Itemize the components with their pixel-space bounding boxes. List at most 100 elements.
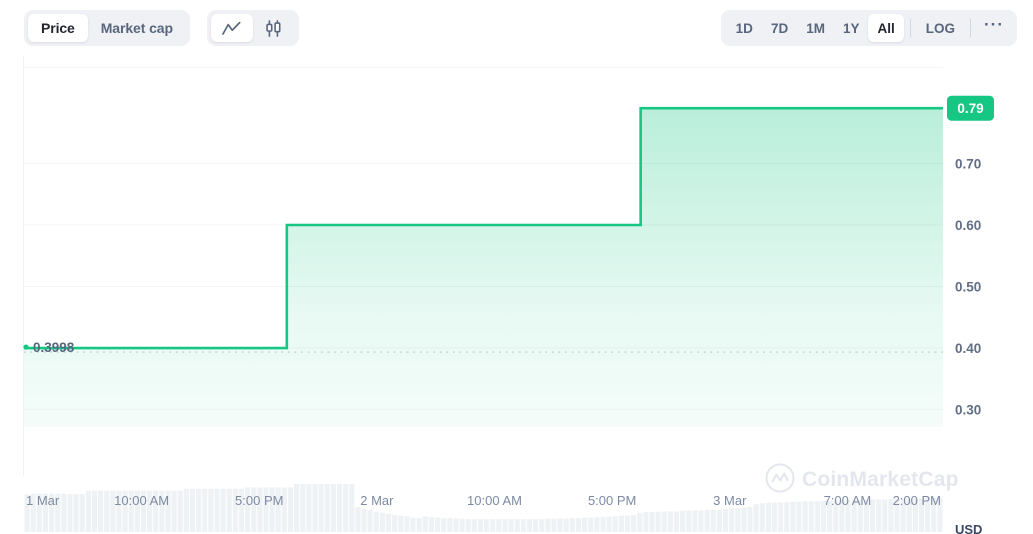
volume-bar [607,517,612,532]
volume-bar [692,510,697,532]
volume-bar [564,519,569,532]
volume-bar [441,518,446,532]
volume-bar [680,510,685,532]
volume-bar [92,491,97,532]
tab-market-cap[interactable]: Market cap [88,14,186,42]
volume-bar [355,507,360,532]
x-axis-tick-label: 1 Mar [26,493,60,508]
volume-bar [325,484,330,532]
x-axis-tick-label: 10:00 AM [467,493,522,508]
volume-bar [509,519,514,532]
volume-bar [778,502,783,532]
volume-bar [754,504,759,532]
volume-bar [67,494,72,532]
y-axis-currency-label: USD [955,522,982,534]
volume-bar [588,518,593,532]
volume-bar [349,484,354,532]
volume-bar [619,516,624,532]
volume-bar [631,515,636,532]
volume-bar [594,517,599,532]
volume-bar [337,484,342,532]
volume-bar [386,514,391,532]
volume-bar [772,503,777,532]
volume-bar [86,491,91,532]
volume-bar [472,519,477,532]
volume-bar [729,508,734,532]
volume-bar [803,501,808,532]
volume-bar [74,494,79,532]
volume-bar [208,489,213,532]
metric-toggle-group: Price Market cap [24,10,190,46]
volume-bar [527,519,532,532]
toolbar-divider-2 [970,19,971,37]
volume-bar [882,499,887,532]
toolbar-divider-1 [910,19,911,37]
volume-bar [104,491,109,532]
chart-type-toggle-group [207,10,299,46]
volume-bar [643,512,648,532]
volume-bar [600,517,605,532]
volume-bar [741,508,746,532]
volume-bar [466,519,471,532]
range-all[interactable]: All [868,14,903,42]
volume-bar [766,503,771,532]
log-scale-button[interactable]: LOG [917,14,964,42]
volume-bar [551,519,556,532]
x-axis-tick-label: 2 Mar [360,493,394,508]
candlestick-chart-icon[interactable] [253,14,295,42]
volume-bar [613,516,618,532]
current-price-badge: 0.79 [947,96,994,121]
volume-bar [668,511,673,532]
volume-bar [521,519,526,532]
y-axis-tick-label: 0.70 [955,157,981,172]
x-axis-tick-label: 5:00 PM [588,493,636,508]
coinmarketcap-watermark: CoinMarketCap [767,465,959,492]
volume-bar [98,491,103,532]
x-axis-tick-label: 3 Mar [713,493,747,508]
volume-bar [288,487,293,532]
range-1m[interactable]: 1M [797,14,834,42]
volume-bar [735,508,740,532]
line-chart-icon[interactable] [211,14,253,42]
volume-bar [784,502,789,532]
volume-bar [184,489,189,532]
range-7d[interactable]: 7D [762,14,797,42]
tab-price[interactable]: Price [28,14,88,42]
price-chart-svg[interactable]: CoinMarketCap 0.3998 0.79 0.300.400.500.… [0,56,1033,534]
y-axis-tick-label: 0.50 [955,279,981,294]
volume-bar [747,507,752,532]
x-axis-tick-label: 5:00 PM [235,493,283,508]
y-axis-tick-label: 0.40 [955,341,981,356]
toolbar-right-group: 1D 7D 1M 1Y All LOG ··· [721,10,1017,46]
volume-bar [331,484,336,532]
low-price-dot-marker [23,344,28,349]
volume-bar [515,519,520,532]
range-1y[interactable]: 1Y [834,14,869,42]
current-price-badge-text: 0.79 [957,101,983,116]
volume-bar [649,512,654,532]
volume-bar [545,519,550,532]
volume-bars [24,484,942,532]
volume-bar [435,518,440,532]
volume-bar [478,519,483,532]
volume-bar [429,517,434,532]
volume-bar [760,503,765,532]
volume-bar [502,519,507,532]
more-options-icon[interactable]: ··· [977,14,1011,42]
volume-bar [662,511,667,532]
chart-area: CoinMarketCap 0.3998 0.79 0.300.400.500.… [0,56,1033,534]
volume-bar [717,510,722,532]
volume-bar [227,489,232,532]
volume-bar [459,519,464,532]
volume-bar [815,501,820,532]
volume-bar [490,519,495,532]
volume-bar [380,513,385,532]
y-axis-tick-label: 0.60 [955,218,981,233]
volume-bar [404,516,409,532]
volume-bar [178,491,183,532]
volume-bar [343,484,348,532]
volume-bar [705,510,710,532]
volume-bar [312,484,317,532]
volume-bar [637,513,642,532]
range-1d[interactable]: 1D [727,14,762,42]
